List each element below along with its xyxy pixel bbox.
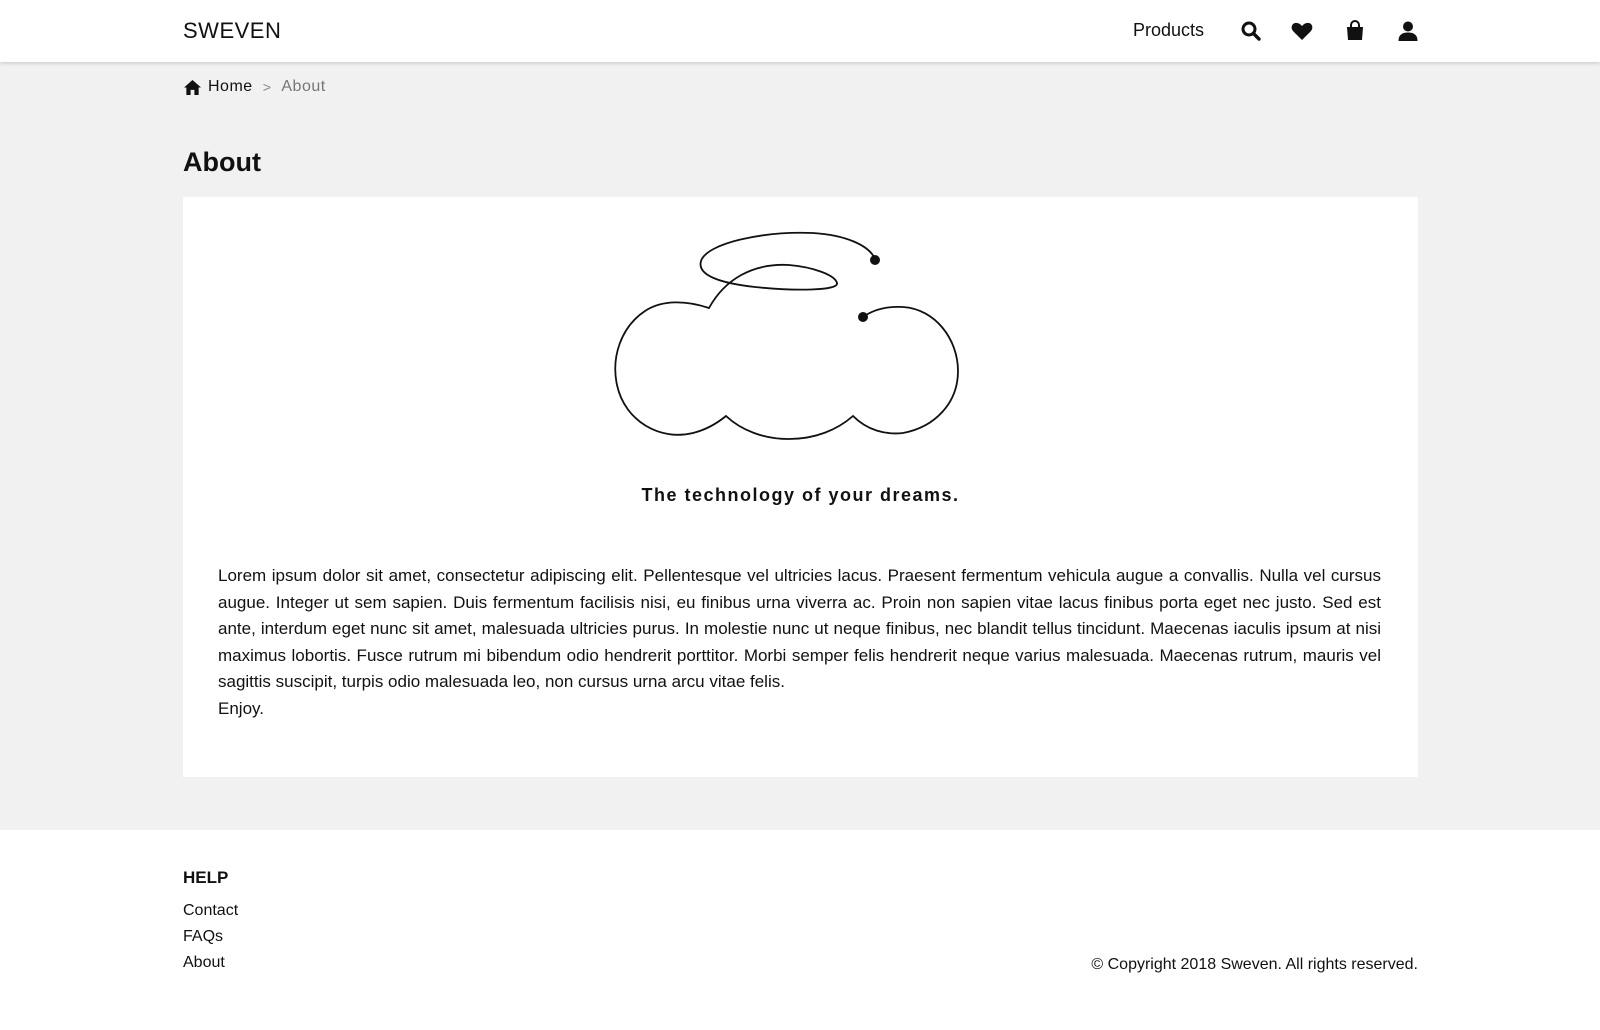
footer: HELP Contact FAQs About © Copyright 2018…: [0, 830, 1600, 1030]
copyright-text: © Copyright 2018 Sweven. All rights rese…: [1091, 956, 1418, 973]
footer-link-contact[interactable]: Contact: [183, 902, 238, 920]
search-icon[interactable]: [1239, 19, 1263, 43]
closing-text: Enjoy.: [218, 699, 264, 718]
page-title: About: [183, 147, 261, 177]
about-body-text: Lorem ipsum dolor sit amet, consectetur …: [218, 566, 1381, 692]
footer-help-heading: HELP: [183, 868, 229, 887]
nav-products-link[interactable]: Products: [1133, 20, 1204, 41]
breadcrumb-separator: >: [262, 79, 272, 95]
breadcrumb-current: About: [281, 78, 326, 95]
about-card: The technology of your dreams. Lorem ips…: [183, 197, 1418, 777]
site-logo[interactable]: SWEVEN: [183, 18, 281, 44]
shopping-bag-icon[interactable]: [1343, 19, 1367, 43]
home-icon: [184, 79, 201, 95]
user-icon[interactable]: [1396, 19, 1420, 43]
breadcrumb: Home > About: [183, 76, 326, 98]
tagline: The technology of your dreams.: [641, 485, 960, 505]
top-navigation-bar: SWEVEN Products: [0, 0, 1600, 62]
heart-icon[interactable]: [1290, 19, 1314, 43]
breadcrumb-home-link[interactable]: Home: [183, 78, 253, 96]
footer-link-faqs[interactable]: FAQs: [183, 928, 223, 946]
footer-link-about[interactable]: About: [183, 954, 225, 972]
cloud-illustration: [614, 231, 959, 440]
breadcrumb-home-label: Home: [208, 78, 253, 95]
